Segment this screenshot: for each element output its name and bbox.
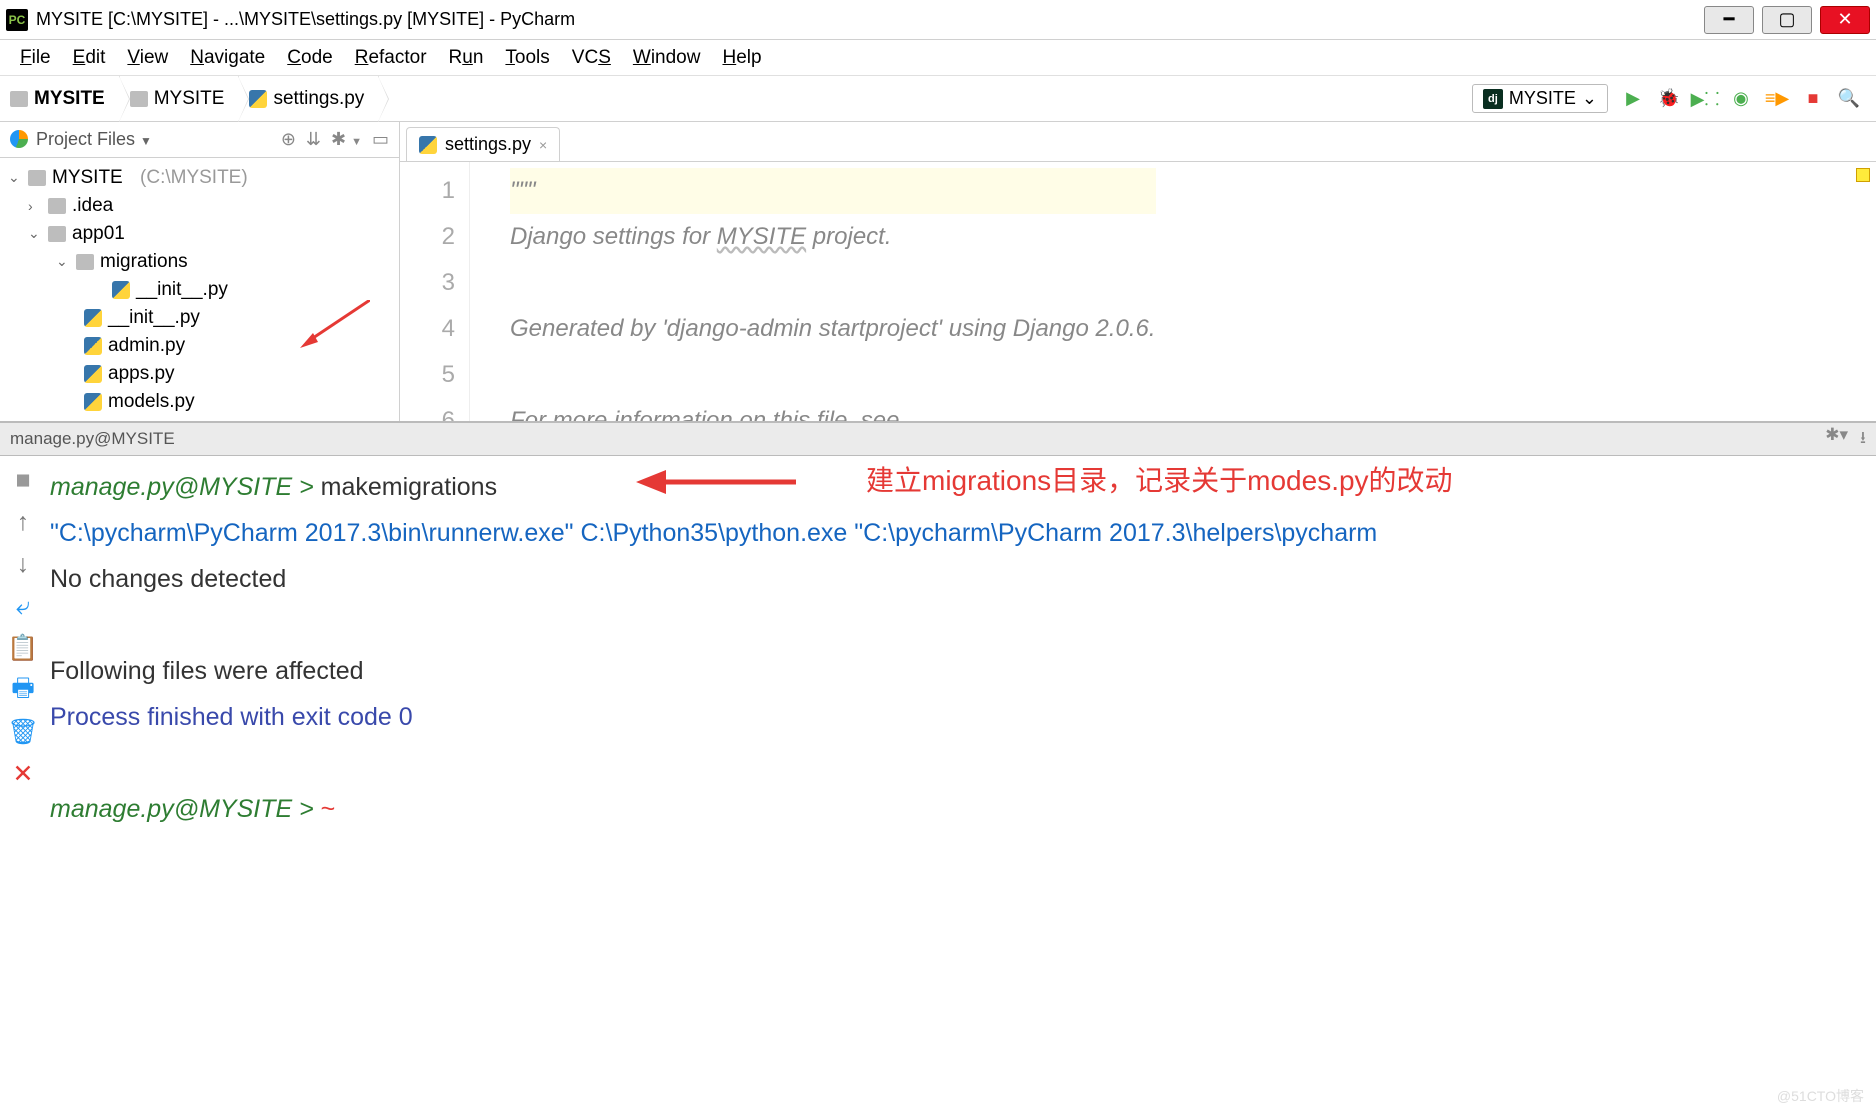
menu-help[interactable]: Help xyxy=(712,43,771,73)
terminal[interactable]: ■ ↑ ↓ ⤶ 📋 🖶 🗑 ✕ manage.py@MYSITE > makem… xyxy=(0,456,1876,1114)
crumb-mid[interactable]: MYSITE xyxy=(120,76,240,121)
coverage-button[interactable]: ▶⸬ xyxy=(1694,88,1716,110)
annotation-text: 建立migrations目录，记录关于modes.py的改动 xyxy=(866,458,1453,504)
menubar: File Edit View Navigate Code Refactor Ru… xyxy=(0,40,1876,76)
tree-migrations[interactable]: ⌄migrations xyxy=(0,248,399,276)
window-title: MYSITE [C:\MYSITE] - ...\MYSITE\settings… xyxy=(36,9,575,30)
terminal-header: manage.py@MYSITE ✱▾ ⭳ xyxy=(0,422,1876,456)
collapse-all-icon[interactable]: ⇊ xyxy=(306,129,321,150)
menu-edit[interactable]: Edit xyxy=(63,43,116,73)
down-icon[interactable]: ↓ xyxy=(17,550,30,578)
trash-icon[interactable]: 🗑 xyxy=(7,718,39,746)
project-sidebar: Project Files ▼ ⊕ ⇊ ✱ ▼ ▭ ⌄MYSITE (C:\MY… xyxy=(0,122,400,421)
close-button[interactable]: ✕ xyxy=(1820,6,1870,34)
pycharm-icon: PC xyxy=(6,9,28,31)
maximize-button[interactable]: ▢ xyxy=(1762,6,1812,34)
python-icon xyxy=(419,136,437,154)
folder-icon xyxy=(130,91,148,107)
concurrency-button[interactable]: ≡▶ xyxy=(1766,88,1788,110)
django-icon: dj xyxy=(1483,89,1503,109)
scroll-icon[interactable]: 📋 xyxy=(7,634,38,662)
menu-navigate[interactable]: Navigate xyxy=(180,43,275,73)
profile-button[interactable]: ◉ xyxy=(1730,88,1752,110)
menu-window[interactable]: Window xyxy=(623,43,711,73)
scroll-from-source-icon[interactable]: ⊕ xyxy=(281,129,296,150)
terminal-title: manage.py@MYSITE xyxy=(10,429,175,449)
tab-settings-py[interactable]: settings.py × xyxy=(406,127,560,161)
debug-button[interactable]: 🐞 xyxy=(1658,88,1680,110)
tree-models[interactable]: models.py xyxy=(0,388,399,416)
close-tab-icon[interactable]: × xyxy=(539,137,547,153)
folder-icon xyxy=(10,91,28,107)
tree-tests[interactable]: tests.py xyxy=(0,416,399,421)
watermark: @51CTO博客 xyxy=(1777,1086,1864,1106)
annotation-arrow-icon xyxy=(636,462,796,502)
window-controls: ━ ▢ ✕ xyxy=(1704,6,1870,34)
annotation-arrow-icon xyxy=(300,300,370,350)
project-files-icon xyxy=(10,130,28,148)
settings-icon[interactable]: ✱ ▼ xyxy=(331,129,362,150)
terminal-download-icon[interactable]: ⭳ xyxy=(1860,425,1866,454)
titlebar: PC MYSITE [C:\MYSITE] - ...\MYSITE\setti… xyxy=(0,0,1876,40)
terminal-gutter: ■ ↑ ↓ ⤶ 📋 🖶 🗑 ✕ xyxy=(0,456,46,1114)
crumb-file[interactable]: settings.py xyxy=(239,76,379,121)
minimize-button[interactable]: ━ xyxy=(1704,6,1754,34)
project-tree[interactable]: ⌄MYSITE (C:\MYSITE) ›.idea ⌄app01 ⌄migra… xyxy=(0,158,399,421)
editor-area: settings.py × 1234567 """ Django setting… xyxy=(400,122,1876,421)
run-button[interactable]: ▶ xyxy=(1622,88,1644,110)
breadcrumb: MYSITE MYSITE settings.py xyxy=(0,76,379,121)
menu-view[interactable]: View xyxy=(117,43,178,73)
stop-icon[interactable]: ■ xyxy=(15,466,30,494)
tree-idea[interactable]: ›.idea xyxy=(0,192,399,220)
project-view-selector[interactable]: Project Files ▼ xyxy=(36,129,152,150)
run-config-selector[interactable]: dj MYSITE ⌄ xyxy=(1472,84,1608,113)
gutter: 1234567 xyxy=(400,162,470,421)
clear-icon[interactable]: ✕ xyxy=(13,760,34,788)
up-icon[interactable]: ↑ xyxy=(17,508,30,536)
menu-tools[interactable]: Tools xyxy=(495,43,559,73)
menu-refactor[interactable]: Refactor xyxy=(345,43,437,73)
hide-icon[interactable]: ▭ xyxy=(372,129,389,150)
folder-icon xyxy=(28,170,46,186)
menu-code[interactable]: Code xyxy=(277,43,342,73)
code-editor[interactable]: 1234567 """ Django settings for MYSITE p… xyxy=(400,162,1876,421)
menu-run[interactable]: Run xyxy=(439,43,494,73)
crumb-root[interactable]: MYSITE xyxy=(0,76,120,121)
menu-file[interactable]: File xyxy=(10,43,61,73)
search-button[interactable]: 🔍 xyxy=(1838,88,1860,110)
navigation-toolbar: MYSITE MYSITE settings.py dj MYSITE ⌄ ▶ … xyxy=(0,76,1876,122)
python-icon xyxy=(249,90,267,108)
menu-vcs[interactable]: VCS xyxy=(562,43,621,73)
chevron-down-icon: ⌄ xyxy=(1582,88,1597,109)
stop-button[interactable]: ■ xyxy=(1802,88,1824,110)
tree-app01[interactable]: ⌄app01 xyxy=(0,220,399,248)
wrap-icon[interactable]: ⤶ xyxy=(16,592,30,620)
terminal-settings-icon[interactable]: ✱▾ xyxy=(1825,425,1848,454)
warning-marker-icon[interactable] xyxy=(1856,168,1870,182)
tree-apps[interactable]: apps.py xyxy=(0,360,399,388)
print-icon[interactable]: 🖶 xyxy=(11,676,35,704)
